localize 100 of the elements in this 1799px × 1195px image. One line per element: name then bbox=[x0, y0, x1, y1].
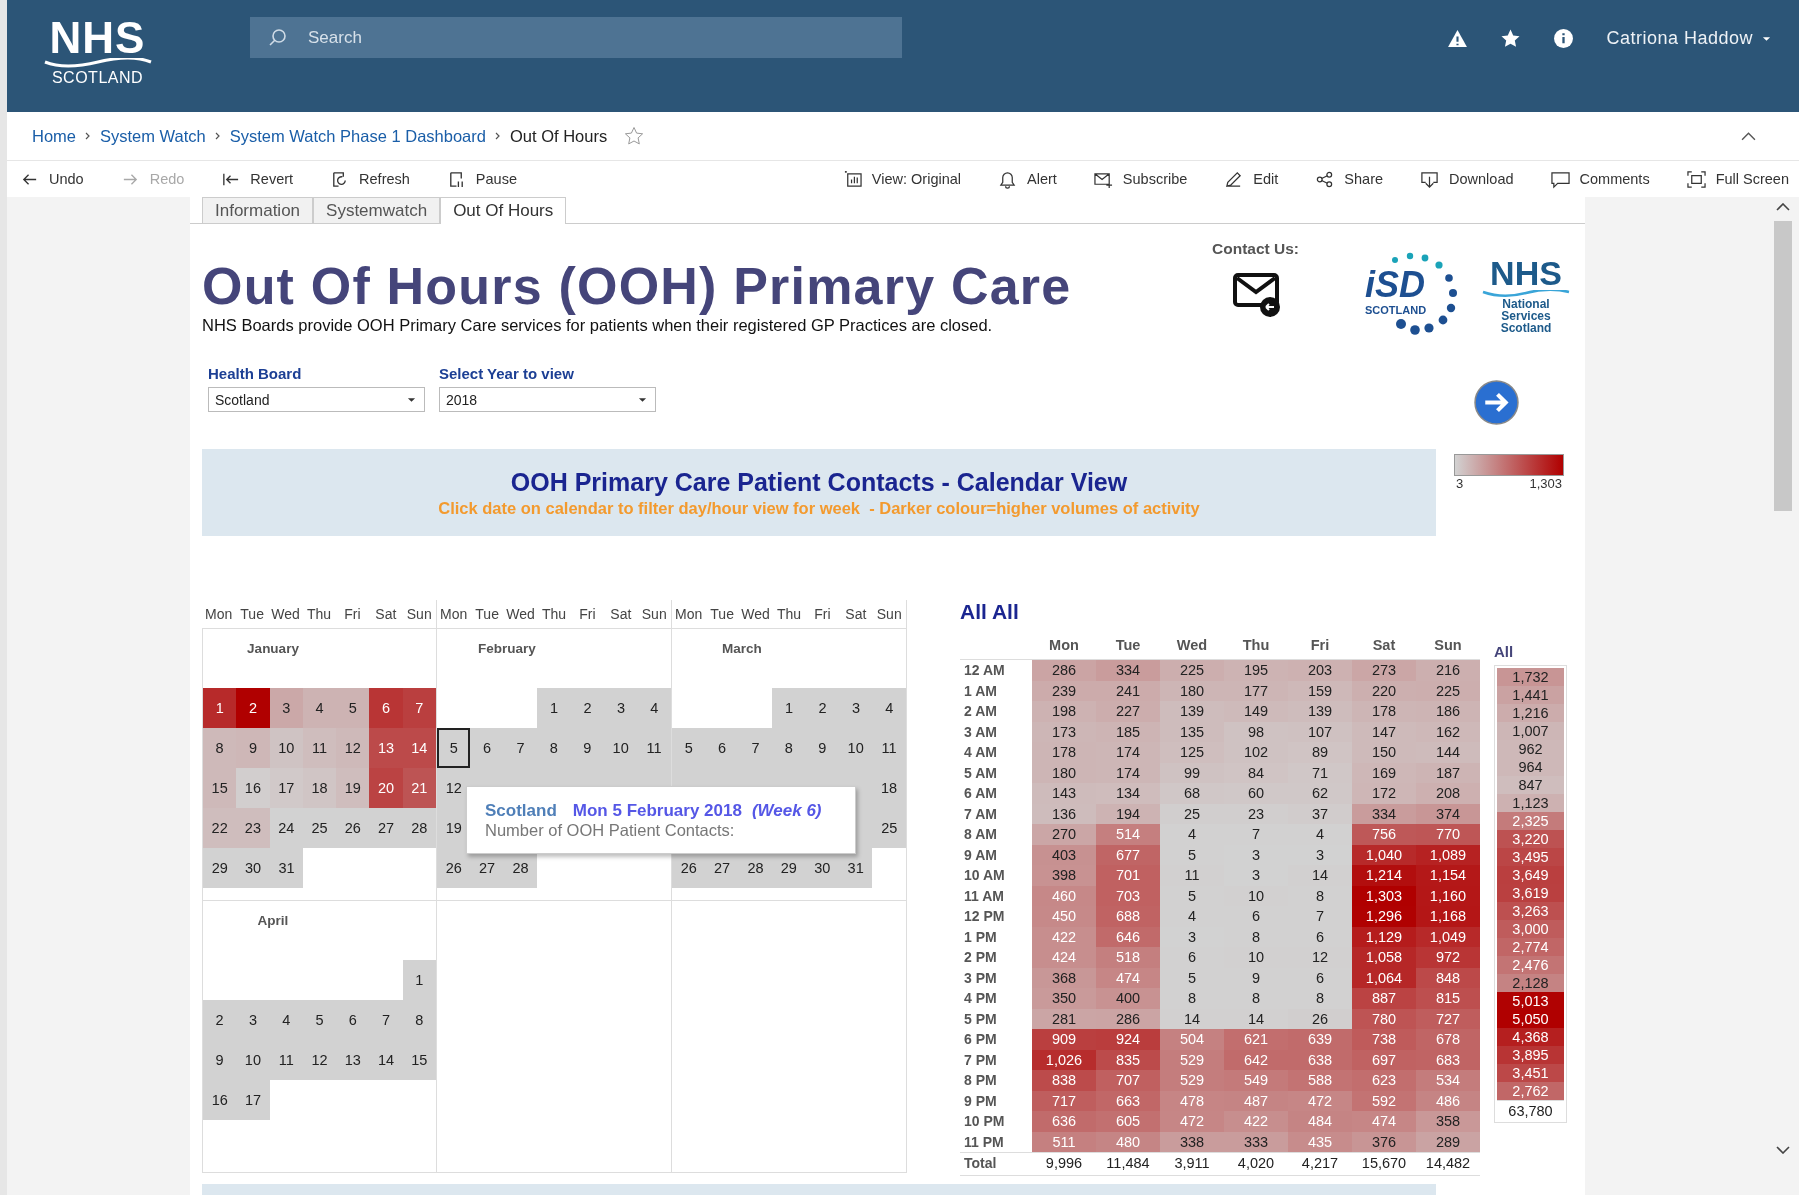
weekday-label: Mon bbox=[674, 605, 704, 624]
heatmap-cell: 14 bbox=[1224, 1008, 1288, 1029]
heatmap-cell: 474 bbox=[1352, 1111, 1416, 1132]
heatmap-cell: 638 bbox=[1288, 1049, 1352, 1070]
weekday-label: Sun bbox=[875, 605, 903, 624]
heatmap-cell: 847 bbox=[1497, 776, 1564, 794]
heatmap-cell: 37 bbox=[1288, 803, 1352, 824]
column-header: Thu bbox=[1241, 636, 1271, 656]
heatmap-cell: 358 bbox=[1416, 1111, 1480, 1132]
hour-label: 5 PM bbox=[963, 1009, 998, 1029]
hour-label: 7 PM bbox=[963, 1050, 998, 1070]
heatmap-cell: 3,451 bbox=[1497, 1064, 1564, 1082]
total-cell-text: 3,911 bbox=[1173, 1154, 1211, 1173]
heatmap-cell: 281 bbox=[1032, 1008, 1096, 1029]
logo-text: NHS bbox=[49, 18, 146, 58]
tooltip-week: (Week 6) bbox=[751, 801, 822, 821]
heatmap-cell: 376 bbox=[1352, 1131, 1416, 1152]
column-header: Sun bbox=[1433, 636, 1463, 656]
heatmap-cell: 25 bbox=[1160, 803, 1224, 824]
heatmap-cell: 136 bbox=[1032, 803, 1096, 824]
heatmap-cell: 703 bbox=[1096, 885, 1160, 906]
heatmap-cell: 8 bbox=[1160, 988, 1224, 1009]
heatmap-cell: 549 bbox=[1224, 1070, 1288, 1091]
heatmap-cell: 194 bbox=[1096, 803, 1160, 824]
heatmap-cell: 216 bbox=[1416, 660, 1480, 681]
heatmap-cell: 480 bbox=[1096, 1131, 1160, 1152]
heatmap-cell: 1,303 bbox=[1352, 885, 1416, 906]
month-label: March bbox=[721, 641, 763, 658]
weekday-label: Mon bbox=[204, 605, 234, 624]
heatmap-cell: 924 bbox=[1096, 1029, 1160, 1050]
heatmap-cell: 909 bbox=[1032, 1029, 1096, 1050]
hour-label: 11 AM bbox=[963, 886, 1005, 906]
hour-label: 12 PM bbox=[963, 907, 1006, 926]
heatmap-title: All All bbox=[960, 600, 1020, 625]
tooltip-date: Mon 5 February 2018 bbox=[572, 801, 742, 821]
weekday-label: Sat bbox=[609, 605, 633, 624]
heatmap-cell: 368 bbox=[1032, 967, 1096, 988]
hour-label: 9 PM bbox=[963, 1091, 998, 1111]
logo-text: Scotland bbox=[1500, 322, 1552, 334]
heatmap-cell: 198 bbox=[1032, 701, 1096, 722]
month-label: January bbox=[246, 641, 300, 658]
weekday-label: Mon bbox=[439, 605, 469, 624]
heatmap-cell: 474 bbox=[1096, 967, 1160, 988]
total-cell-text: 4,020 bbox=[1236, 1154, 1276, 1173]
weekday-label: Sun bbox=[405, 605, 433, 624]
heatmap-cell: 642 bbox=[1224, 1049, 1288, 1070]
heatmap-cell: 678 bbox=[1416, 1029, 1480, 1050]
heatmap-cell: 2,476 bbox=[1497, 956, 1564, 974]
heatmap-cell: 3 bbox=[1224, 865, 1288, 886]
hour-label: 8 PM bbox=[963, 1071, 998, 1090]
heatmap-cell: 98 bbox=[1224, 721, 1288, 742]
heatmap-cell: 89 bbox=[1288, 742, 1352, 763]
heatmap-cell: 1,168 bbox=[1416, 906, 1480, 927]
heatmap-cell: 107 bbox=[1288, 721, 1352, 742]
heatmap-cell: 3,495 bbox=[1497, 848, 1564, 866]
legend-min: 3 bbox=[1456, 476, 1464, 491]
heatmap-cell: 511 bbox=[1032, 1131, 1096, 1152]
heatmap-cell: 180 bbox=[1032, 762, 1096, 783]
heatmap-cell: 403 bbox=[1032, 844, 1096, 865]
hour-label: 4 PM bbox=[963, 989, 998, 1008]
weekday-label: Thu bbox=[775, 605, 803, 624]
heatmap-cell: 962 bbox=[1497, 740, 1564, 758]
heatmap-cell: 84 bbox=[1224, 762, 1288, 783]
heatmap-cell: 1,441 bbox=[1497, 686, 1564, 704]
heatmap-cell: 172 bbox=[1352, 783, 1416, 804]
banner-subtitle: Click date on calendar to filter day/hour view for week - Darker colour=higher volumes of activity bbox=[438, 498, 1200, 518]
heatmap-cell: 5 bbox=[1160, 885, 1224, 906]
heatmap-cell: 334 bbox=[1096, 660, 1160, 681]
heatmap-cell: 2,325 bbox=[1497, 812, 1564, 830]
heatmap-cell: 227 bbox=[1096, 701, 1160, 722]
heatmap-cell: 972 bbox=[1416, 947, 1480, 968]
heatmap-cell: 8 bbox=[1288, 885, 1352, 906]
heatmap-cell: 514 bbox=[1096, 824, 1160, 845]
hour-label: 7 AM bbox=[963, 804, 998, 824]
hour-label: 2 PM bbox=[963, 948, 998, 967]
heatmap-cell: 3,619 bbox=[1497, 884, 1564, 902]
heatmap-cell: 225 bbox=[1416, 680, 1480, 701]
weekday-label: Fri bbox=[578, 605, 597, 624]
weekday-label: Tue bbox=[709, 605, 735, 624]
heatmap-cell: 1,040 bbox=[1352, 844, 1416, 865]
hour-label: 2 AM bbox=[963, 702, 998, 721]
hour-label: 5 AM bbox=[963, 763, 998, 783]
heatmap-cell: 478 bbox=[1160, 1090, 1224, 1111]
heatmap-cell: 6 bbox=[1160, 947, 1224, 968]
heatmap-cell: 177 bbox=[1224, 680, 1288, 701]
hour-label: 3 AM bbox=[963, 722, 998, 742]
heatmap-cell: 186 bbox=[1416, 701, 1480, 722]
column-header: All bbox=[1494, 642, 1515, 662]
heatmap-cell: 9 bbox=[1224, 967, 1288, 988]
filter-label: Select Year to view bbox=[439, 365, 575, 382]
column-header: Wed bbox=[1175, 636, 1209, 656]
heatmap-cell: 10 bbox=[1224, 947, 1288, 968]
heatmap-cell: 717 bbox=[1032, 1090, 1096, 1111]
heatmap-cell: 12 bbox=[1288, 947, 1352, 968]
heatmap-cell: 178 bbox=[1352, 701, 1416, 722]
heatmap-cell: 1,296 bbox=[1352, 906, 1416, 927]
heatmap-cell: 162 bbox=[1416, 721, 1480, 742]
heatmap-cell: 99 bbox=[1160, 762, 1224, 783]
heatmap-cell: 770 bbox=[1416, 824, 1480, 845]
heatmap-cell: 3,649 bbox=[1497, 866, 1564, 884]
